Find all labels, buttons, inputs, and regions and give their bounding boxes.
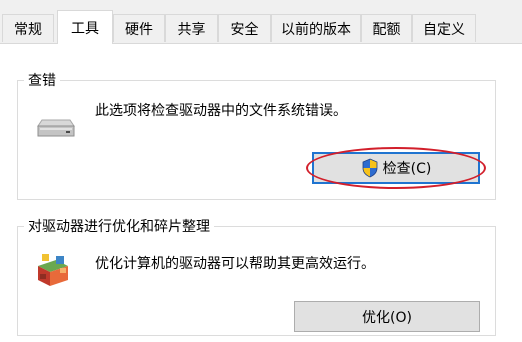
- tab-bar: 常规 工具 硬件 共享 安全 以前的版本 配额 自定义: [0, 0, 522, 44]
- check-button-label: 检查(C): [382, 161, 432, 177]
- tab-previous-versions[interactable]: 以前的版本: [271, 14, 361, 42]
- tab-general[interactable]: 常规: [2, 14, 54, 42]
- optimize-button-label: 优化(O): [362, 309, 412, 326]
- optimize-group-title: 对驱动器进行优化和碎片整理: [28, 219, 210, 235]
- defrag-icon: [34, 252, 72, 288]
- optimize-description: 优化计算机的驱动器可以帮助其更高效运行。: [95, 256, 375, 272]
- drive-icon: [36, 116, 76, 140]
- uac-shield-icon: [361, 158, 379, 178]
- optimize-button[interactable]: 优化(O): [294, 301, 480, 332]
- tab-tools[interactable]: 工具: [57, 10, 113, 44]
- tab-sharing[interactable]: 共享: [165, 14, 218, 42]
- tab-security[interactable]: 安全: [218, 14, 271, 42]
- tab-hardware[interactable]: 硬件: [113, 14, 165, 42]
- check-button[interactable]: 检查(C): [312, 152, 480, 184]
- tab-customize[interactable]: 自定义: [412, 14, 476, 42]
- tab-panel-tools: 查错 此选项将检查驱动器中的文件系统错误。 检查(C) 对驱动器进行优化和碎片整…: [0, 43, 522, 342]
- check-description: 此选项将检查驱动器中的文件系统错误。: [95, 103, 347, 119]
- tab-quota[interactable]: 配额: [361, 14, 412, 42]
- check-group-title: 查错: [28, 73, 56, 89]
